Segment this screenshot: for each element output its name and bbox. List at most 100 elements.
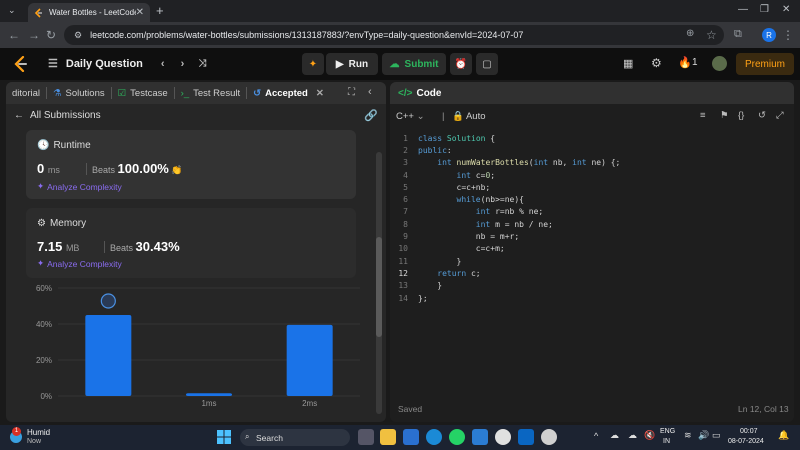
- leetcode-navbar: ☰ Daily Question ‹ › ⤨ ✦ ▶ Run ☁ Submit …: [0, 48, 800, 80]
- new-tab-plus-icon[interactable]: +: [156, 3, 164, 18]
- shuffle-icon[interactable]: ⤨: [198, 58, 206, 69]
- auto-mode-toggle[interactable]: 🔒 Auto: [452, 111, 486, 122]
- code-line[interactable]: 5 c=c+nb;: [390, 181, 794, 193]
- code-line[interactable]: 2 public:: [390, 144, 794, 156]
- tab-close-icon[interactable]: ✕: [136, 7, 144, 18]
- divider: [104, 241, 105, 253]
- analyze-complexity-link[interactable]: ✦ Analyze Complexity: [37, 258, 122, 269]
- chart-bar[interactable]: [286, 324, 333, 396]
- tab-list-chevron-icon[interactable]: ⌄: [8, 5, 16, 16]
- chrome-icon[interactable]: [495, 429, 511, 445]
- collapse-chevron-icon[interactable]: ‹: [368, 86, 372, 98]
- mute-icon[interactable]: 🔇: [644, 430, 655, 441]
- submit-button[interactable]: ☁ Submit: [382, 53, 446, 75]
- tab-solutions[interactable]: ⚗ Solutions: [47, 88, 111, 99]
- cloud-icon[interactable]: ☁: [610, 430, 619, 441]
- volume-icon[interactable]: 🔊: [698, 430, 709, 441]
- language-select[interactable]: C++ ⌄: [396, 111, 425, 122]
- whatsapp-icon[interactable]: [449, 429, 465, 445]
- onedrive-icon[interactable]: ☁: [628, 430, 637, 441]
- premium-button[interactable]: Premium: [736, 53, 794, 75]
- memory-card[interactable]: ⚙ Memory 7.15 MB Beats 30.43% ✦ Analyze …: [26, 208, 356, 278]
- code-line[interactable]: 11 }: [390, 255, 794, 267]
- alarm-clock-icon[interactable]: ⏰: [450, 53, 472, 75]
- code-editor[interactable]: 1 class Solution {2 public: 3 int numWaterB…: [390, 132, 794, 304]
- code-line[interactable]: 6 while(nb>=ne){: [390, 193, 794, 205]
- run-button[interactable]: ▶ Run: [326, 53, 378, 75]
- daily-question-label[interactable]: Daily Question: [66, 58, 143, 70]
- chart-bar[interactable]: [85, 315, 132, 396]
- bookmark-icon[interactable]: ⚑: [720, 110, 729, 121]
- all-submissions-link[interactable]: ← All Submissions: [14, 110, 101, 121]
- battery-icon[interactable]: ▭: [712, 430, 721, 441]
- settings-gear-icon[interactable]: ⚙: [651, 56, 662, 70]
- back-arrow-icon[interactable]: ←: [8, 28, 20, 42]
- line-number: 5: [403, 182, 408, 192]
- file-explorer-icon[interactable]: [380, 429, 396, 445]
- beats-label: Beats: [92, 165, 116, 175]
- url-bar[interactable]: ⚙ leetcode.com/problems/water-bottles/su…: [64, 25, 724, 45]
- tab-testcase[interactable]: ☑ Testcase: [112, 88, 174, 99]
- reload-icon[interactable]: ↻: [46, 28, 56, 42]
- format-icon[interactable]: ≡: [700, 110, 706, 121]
- language-indicator[interactable]: ENG: [660, 428, 675, 435]
- chart-bar[interactable]: [186, 393, 232, 396]
- code-line[interactable]: 13 }: [390, 280, 794, 292]
- fullscreen-icon[interactable]: ⤢: [776, 110, 784, 121]
- chrome-profile-icon[interactable]: [541, 429, 557, 445]
- analyze-complexity-link[interactable]: ✦ Analyze Complexity: [37, 181, 122, 192]
- notes-icon[interactable]: ▢: [476, 53, 498, 75]
- code-line[interactable]: 7 int r=nb % ne;: [390, 206, 794, 218]
- tab-accepted[interactable]: ↺ Accepted ✕: [247, 88, 330, 99]
- problem-list-icon[interactable]: ☰: [48, 57, 58, 70]
- tray-overflow-icon[interactable]: ^: [594, 431, 598, 441]
- your-submission-avatar-icon[interactable]: [100, 293, 116, 309]
- browser-menu-icon[interactable]: ⋮: [782, 28, 794, 42]
- window-close-icon[interactable]: ✕: [782, 4, 790, 15]
- streak-fire-icon[interactable]: 🔥: [678, 56, 692, 69]
- profile-avatar[interactable]: R: [762, 28, 776, 42]
- code-line[interactable]: 3 int numWaterBottles(int nb, int ne) {;: [390, 157, 794, 169]
- wifi-icon[interactable]: ≋: [684, 430, 692, 441]
- debug-icon[interactable]: ✦: [302, 53, 324, 75]
- browser-tab[interactable]: Water Bottles - LeetCode ✕: [28, 3, 150, 22]
- zoom-icon[interactable]: ⊕: [686, 28, 694, 39]
- notifications-bell-icon[interactable]: 🔔: [778, 430, 789, 441]
- extensions-icon[interactable]: ⧉: [734, 28, 742, 41]
- leetcode-logo-icon[interactable]: [14, 56, 28, 72]
- tab-close-icon[interactable]: ✕: [316, 88, 324, 99]
- code-line[interactable]: 14};: [390, 292, 794, 304]
- maximize-icon[interactable]: ⛶: [348, 87, 355, 98]
- next-problem-chevron-icon[interactable]: ›: [181, 58, 185, 70]
- code-line[interactable]: 9 nb = m+r;: [390, 230, 794, 242]
- task-view-icon[interactable]: [358, 429, 374, 445]
- beats-label: Beats: [110, 243, 134, 253]
- taskbar-search[interactable]: ⌕ Search: [240, 429, 350, 446]
- tab-test-result[interactable]: ›_ Test Result: [175, 88, 246, 99]
- layout-grid-icon[interactable]: ▦: [623, 57, 633, 70]
- site-info-icon[interactable]: ⚙: [74, 30, 82, 41]
- linkedin-icon[interactable]: [518, 429, 534, 445]
- store-icon[interactable]: [403, 429, 419, 445]
- tab-editorial[interactable]: ditorial: [6, 88, 46, 99]
- code-line[interactable]: 12 return c;: [390, 267, 794, 279]
- clock-time[interactable]: 00:07: [740, 428, 758, 435]
- share-link-icon[interactable]: 🔗: [364, 109, 378, 122]
- windows-start-icon[interactable]: [216, 429, 232, 445]
- code-line[interactable]: 1 class Solution {: [390, 132, 794, 144]
- code-line[interactable]: 8 int m = nb / ne;: [390, 218, 794, 230]
- code-line[interactable]: 4 int c=0;: [390, 169, 794, 181]
- runtime-card[interactable]: 🕓 Runtime 0 ms Beats 100.00% 👏 ✦ Analyze…: [26, 130, 356, 199]
- braces-icon[interactable]: {}: [738, 110, 744, 121]
- restore-icon[interactable]: ❐: [760, 4, 769, 15]
- forward-arrow-icon[interactable]: →: [28, 28, 40, 42]
- prev-problem-chevron-icon[interactable]: ‹: [161, 58, 165, 70]
- user-avatar[interactable]: [712, 56, 727, 71]
- reset-icon[interactable]: ↺: [758, 110, 766, 121]
- bookmark-star-icon[interactable]: ☆: [706, 28, 717, 42]
- vscode-icon[interactable]: [472, 429, 488, 445]
- edge-icon[interactable]: [426, 429, 442, 445]
- code-line[interactable]: 10 c=c+m;: [390, 243, 794, 255]
- scrollbar-thumb[interactable]: [376, 237, 382, 337]
- minimize-icon[interactable]: —: [738, 4, 748, 15]
